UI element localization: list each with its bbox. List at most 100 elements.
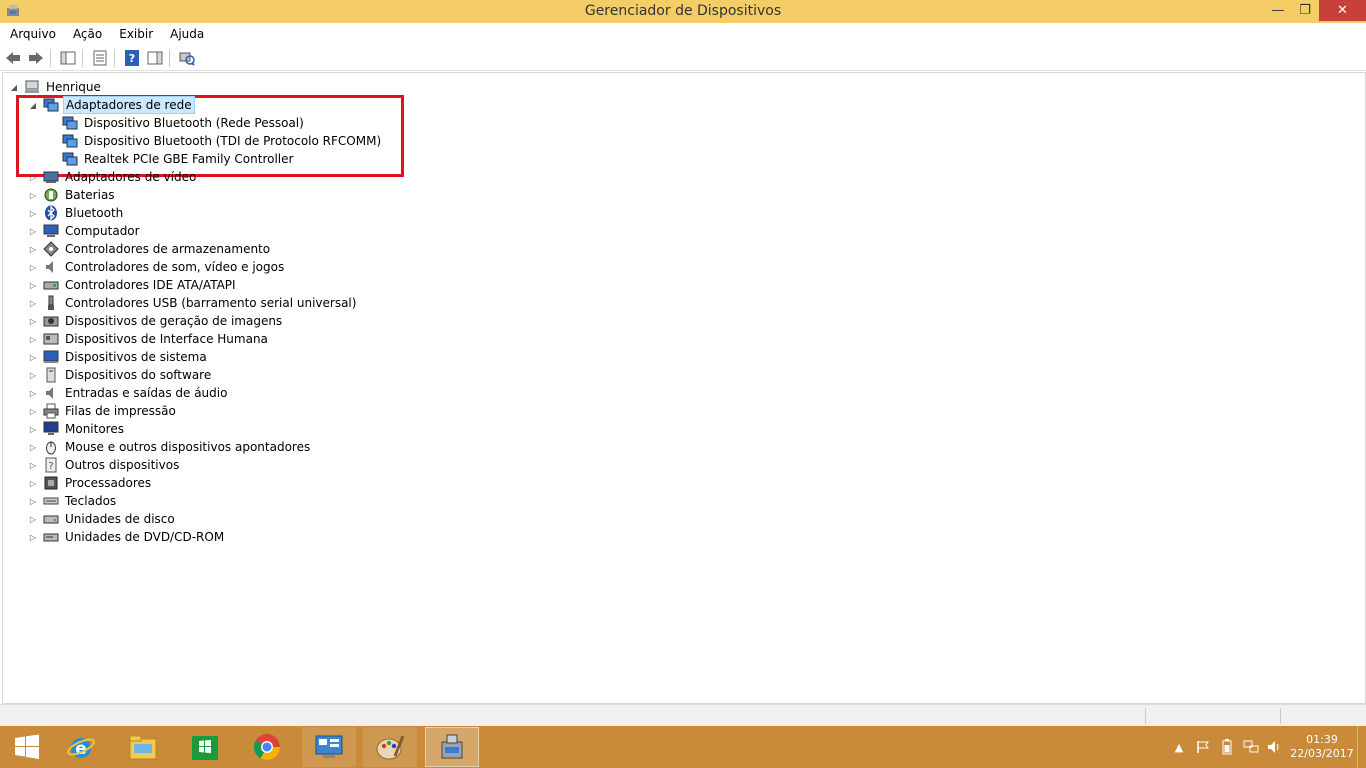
menu-ajuda[interactable]: Ajuda xyxy=(160,23,211,45)
tree-category-label: Computador xyxy=(65,224,140,238)
clock-time: 01:39 xyxy=(1306,733,1338,746)
paint-icon[interactable] xyxy=(363,727,417,767)
minimize-button[interactable]: — xyxy=(1264,0,1292,21)
expand-arrow-icon[interactable]: ▷ xyxy=(28,424,38,434)
show-desktop-button[interactable] xyxy=(1357,726,1366,768)
tree-category-dvd-cd-rom[interactable]: ▷ Unidades de DVD/CD-ROM xyxy=(28,528,226,546)
internet-explorer-icon[interactable]: e xyxy=(54,727,108,767)
expand-arrow-icon[interactable]: ▷ xyxy=(28,262,38,272)
expand-arrow-icon[interactable]: ▷ xyxy=(28,460,38,470)
volume-icon[interactable] xyxy=(1265,737,1285,757)
computer-icon xyxy=(43,223,59,239)
system-tray: ▲ 01:39 22/03/2017 xyxy=(1167,726,1366,768)
tree-category-label: Dispositivos de Interface Humana xyxy=(65,332,268,346)
tree-device-label: Dispositivo Bluetooth (TDI de Protocolo … xyxy=(84,134,382,148)
collapse-arrow-icon[interactable]: ◢ xyxy=(9,82,19,92)
tree-category-monitores[interactable]: ▷ Monitores xyxy=(28,420,126,438)
software-device-icon xyxy=(43,367,59,383)
collapse-arrow-icon[interactable]: ◢ xyxy=(28,100,38,110)
tree-category-baterias[interactable]: ▷ Baterias xyxy=(28,186,117,204)
tree-root[interactable]: ◢ Henrique xyxy=(9,78,103,96)
tree-category-computador[interactable]: ▷ Computador xyxy=(28,222,142,240)
maximize-button[interactable]: ❐ xyxy=(1292,0,1318,21)
action-pane-icon[interactable] xyxy=(145,48,165,68)
tree-device-item[interactable]: Realtek PCIe GBE Family Controller xyxy=(62,150,295,168)
store-icon[interactable] xyxy=(178,727,232,767)
tree-category-label: Adaptadores de rede xyxy=(63,96,195,114)
expand-arrow-icon[interactable]: ▷ xyxy=(28,478,38,488)
chrome-icon[interactable] xyxy=(240,727,294,767)
tree-category-outros[interactable]: ▷ ? Outros dispositivos xyxy=(28,456,181,474)
tree-device-item[interactable]: Dispositivo Bluetooth (TDI de Protocolo … xyxy=(62,132,383,150)
menu-acao[interactable]: Ação xyxy=(63,23,109,45)
tree-category-filas-impressao[interactable]: ▷ Filas de impressão xyxy=(28,402,178,420)
tree-category-controladores-usb[interactable]: ▷ Controladores USB (barramento serial u… xyxy=(28,294,358,312)
tree-category-controladores-ide[interactable]: ▷ Controladores IDE ATA/ATAPI xyxy=(28,276,238,294)
action-center-flag-icon[interactable] xyxy=(1193,737,1213,757)
expand-arrow-icon[interactable]: ▷ xyxy=(28,388,38,398)
taskbar: e ▲ 01:39 22/03/2017 xyxy=(0,726,1366,768)
expand-arrow-icon[interactable]: ▷ xyxy=(28,280,38,290)
tree-category-bluetooth[interactable]: ▷ Bluetooth xyxy=(28,204,125,222)
tree-category-unidades-disco[interactable]: ▷ Unidades de disco xyxy=(28,510,177,528)
tree-category-controladores-som[interactable]: ▷ Controladores de som, vídeo e jogos xyxy=(28,258,286,276)
toolbar: ? xyxy=(0,45,1366,71)
show-hidden-icons-icon[interactable]: ▲ xyxy=(1169,737,1189,757)
storage-controller-icon xyxy=(43,241,59,257)
tree-device-label: Realtek PCIe GBE Family Controller xyxy=(84,152,294,166)
show-hide-tree-icon[interactable] xyxy=(58,48,78,68)
svg-text:?: ? xyxy=(48,461,53,472)
tree-category-teclados[interactable]: ▷ Teclados xyxy=(28,492,118,510)
forward-arrow-icon[interactable] xyxy=(26,48,46,68)
start-icon[interactable] xyxy=(0,727,54,767)
display-adapter-icon xyxy=(43,169,59,185)
expand-arrow-icon[interactable]: ▷ xyxy=(28,226,38,236)
expand-arrow-icon[interactable]: ▷ xyxy=(28,352,38,362)
tree-device-item[interactable]: Dispositivo Bluetooth (Rede Pessoal) xyxy=(62,114,306,132)
tree-category-label: Controladores de som, vídeo e jogos xyxy=(65,260,285,274)
expand-arrow-icon[interactable]: ▷ xyxy=(28,496,38,506)
expand-arrow-icon[interactable]: ▷ xyxy=(28,334,38,344)
tree-category-controladores-armazenamento[interactable]: ▷ Controladores de armazenamento xyxy=(28,240,272,258)
expand-arrow-icon[interactable]: ▷ xyxy=(28,370,38,380)
expand-arrow-icon[interactable]: ▷ xyxy=(28,244,38,254)
close-button[interactable]: ✕ xyxy=(1319,0,1366,21)
file-explorer-icon[interactable] xyxy=(116,727,170,767)
tree-category-mouse[interactable]: ▷ Mouse e outros dispositivos apontadore… xyxy=(28,438,312,456)
clock-date: 22/03/2017 xyxy=(1290,747,1354,760)
tree-category-interface-humana[interactable]: ▷ Dispositivos de Interface Humana xyxy=(28,330,270,348)
expand-arrow-icon[interactable]: ▷ xyxy=(28,316,38,326)
expand-arrow-icon[interactable]: ▷ xyxy=(28,532,38,542)
tree-category-adaptadores-de-video[interactable]: ▷ Adaptadores de vídeo xyxy=(28,168,198,186)
scan-hardware-icon[interactable] xyxy=(177,48,197,68)
expand-arrow-icon[interactable]: ▷ xyxy=(28,190,38,200)
device-tree[interactable]: ◢ Henrique ◢ Adaptadores de rede Disposi… xyxy=(2,72,1366,704)
expand-arrow-icon[interactable]: ▷ xyxy=(28,172,38,182)
network-icon[interactable] xyxy=(1241,737,1261,757)
expand-arrow-icon[interactable]: ▷ xyxy=(28,514,38,524)
control-panel-icon[interactable] xyxy=(302,727,356,767)
expand-arrow-icon[interactable]: ▷ xyxy=(28,442,38,452)
device-manager-icon[interactable] xyxy=(425,727,479,767)
tree-category-entradas-saidas-audio[interactable]: ▷ Entradas e saídas de áudio xyxy=(28,384,229,402)
tree-category-label: Adaptadores de vídeo xyxy=(65,170,197,184)
help-icon[interactable]: ? xyxy=(122,48,142,68)
tree-category-label: Dispositivos de sistema xyxy=(65,350,207,364)
expand-arrow-icon[interactable]: ▷ xyxy=(28,406,38,416)
tree-category-dispositivos-software[interactable]: ▷ Dispositivos do software xyxy=(28,366,213,384)
tree-category-adaptadores-de-rede[interactable]: ◢ Adaptadores de rede xyxy=(28,96,195,114)
properties-icon[interactable] xyxy=(90,48,110,68)
back-arrow-icon[interactable] xyxy=(3,48,23,68)
menu-arquivo[interactable]: Arquivo xyxy=(0,23,63,45)
tree-category-geracao-imagens[interactable]: ▷ Dispositivos de geração de imagens xyxy=(28,312,284,330)
tree-category-dispositivos-sistema[interactable]: ▷ Dispositivos de sistema xyxy=(28,348,209,366)
tree-category-label: Controladores de armazenamento xyxy=(65,242,271,256)
battery-icon[interactable] xyxy=(1217,737,1237,757)
menu-exibir[interactable]: Exibir xyxy=(109,23,160,45)
tree-category-label: Mouse e outros dispositivos apontadores xyxy=(65,440,311,454)
expand-arrow-icon[interactable]: ▷ xyxy=(28,208,38,218)
network-adapter-icon xyxy=(62,115,78,131)
clock[interactable]: 01:39 22/03/2017 xyxy=(1287,733,1357,761)
tree-category-processadores[interactable]: ▷ Processadores xyxy=(28,474,153,492)
expand-arrow-icon[interactable]: ▷ xyxy=(28,298,38,308)
